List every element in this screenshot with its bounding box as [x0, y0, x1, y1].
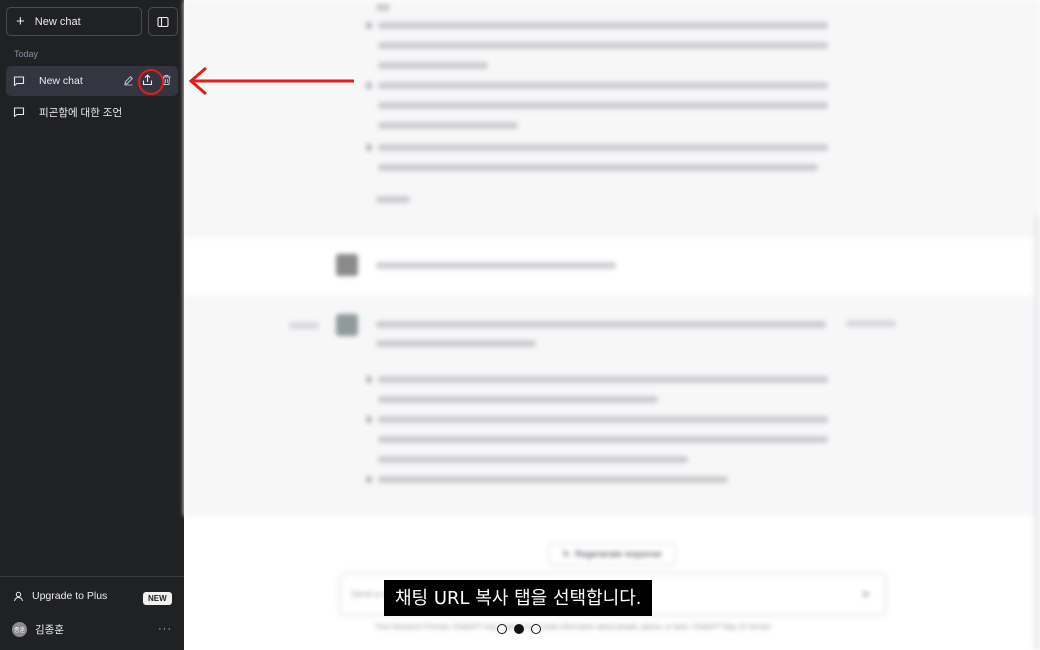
assistant-message-prev [184, 0, 1040, 238]
upgrade-to-plus-button[interactable]: Upgrade to Plus [13, 590, 107, 602]
section-label-today: Today [14, 49, 39, 59]
message-icon [13, 74, 27, 88]
user-icon [13, 591, 24, 602]
footer-disclaimer: Free Research Preview. ChatGPT may produ… [376, 624, 772, 631]
sidebar-footer: Upgrade to Plus NEW 종훈 김종훈 ··· [0, 576, 184, 650]
regenerate-icon: ↻ [562, 548, 570, 559]
slide-dot-1[interactable] [497, 624, 507, 634]
regenerate-label: Regenerate response [574, 549, 662, 559]
new-chat-label: New chat [34, 15, 81, 28]
upgrade-label: Upgrade to Plus [32, 590, 108, 602]
sidebar-item-fatigue-advice[interactable]: 피곤함에 대한 조언 [6, 97, 178, 127]
assistant-avatar [336, 314, 358, 336]
avatar: 종훈 [12, 622, 27, 637]
sidebar-toggle-icon [157, 16, 169, 27]
user-menu-button[interactable]: 종훈 김종훈 [12, 622, 64, 637]
sidebar-toggle-button[interactable] [148, 7, 178, 36]
slide-indicator [497, 624, 541, 634]
more-icon[interactable]: ··· [158, 623, 172, 635]
user-name: 김종훈 [35, 624, 64, 636]
plus-icon: + [16, 13, 25, 30]
scrollbar[interactable] [1034, 216, 1040, 650]
user-message [184, 238, 1040, 296]
sidebar-item-label: 피곤함에 대한 조언 [39, 106, 123, 119]
user-avatar [336, 254, 358, 276]
share-highlight-circle [138, 69, 164, 95]
slide-dot-3[interactable] [531, 624, 541, 634]
edit-icon[interactable] [120, 71, 136, 89]
new-badge: NEW [143, 592, 172, 605]
slide-dot-2-active[interactable] [514, 624, 524, 634]
sidebar-item-label: New chat [39, 75, 83, 87]
send-icon[interactable]: ➤ [861, 587, 871, 601]
tutorial-caption: 채팅 URL 복사 탭을 선택합니다. [384, 580, 653, 616]
message-icon [13, 105, 27, 119]
regenerate-response-button[interactable]: ↻ Regenerate response [548, 543, 676, 565]
new-chat-button[interactable]: + New chat [6, 7, 142, 36]
red-arrow-icon [188, 66, 354, 96]
assistant-message [184, 296, 1040, 516]
sidebar: + New chat Today New chat 피곤함에 대한 조언 Upg… [0, 0, 184, 650]
